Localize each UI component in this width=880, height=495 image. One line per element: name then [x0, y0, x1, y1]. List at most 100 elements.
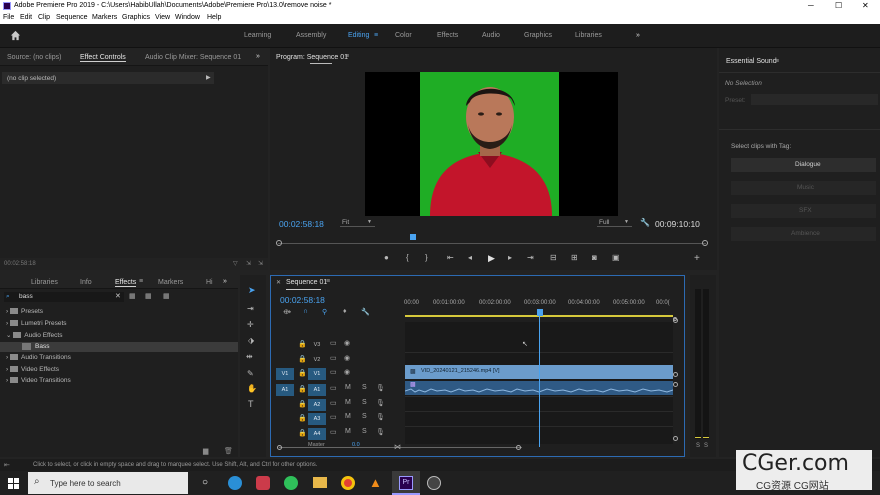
sync-lock-icon[interactable]: ▭: [330, 428, 337, 436]
go-to-out-icon[interactable]: ⇥: [527, 253, 534, 262]
tree-audio-effects[interactable]: ⌄ Audio Effects: [6, 331, 62, 339]
accelerated-effects-icon[interactable]: ▦: [129, 292, 136, 300]
maximize-button[interactable]: ☐: [835, 1, 842, 10]
sync-lock-icon[interactable]: ▭: [330, 339, 337, 347]
tab-history[interactable]: Hi: [206, 279, 213, 286]
menu-markers[interactable]: Markers: [92, 14, 117, 21]
taskbar-search[interactable]: ⌕ Type here to search: [28, 472, 188, 494]
tab-audio-clip-mixer[interactable]: Audio Clip Mixer: Sequence 01: [145, 54, 241, 61]
workspace-graphics[interactable]: Graphics: [524, 32, 552, 39]
razor-tool-icon[interactable]: ⬗: [248, 336, 254, 345]
pen-tool-icon[interactable]: ✎: [247, 369, 254, 378]
track-select-tool-icon[interactable]: ⇥: [247, 304, 254, 313]
sync-lock-icon[interactable]: ▭: [330, 384, 337, 392]
menu-edit[interactable]: Edit: [20, 14, 32, 21]
delete-icon[interactable]: 🗑: [224, 447, 233, 455]
export-icon[interactable]: ⇲: [246, 260, 251, 267]
sequence-menu-icon[interactable]: ≡: [326, 278, 330, 285]
mark-out-icon[interactable]: }: [425, 253, 428, 262]
linked-selection-icon[interactable]: ⚲: [322, 308, 327, 316]
snap-icon[interactable]: ∩: [303, 308, 308, 315]
wrench-icon[interactable]: 🔧: [640, 218, 650, 227]
track-v3-label[interactable]: V3: [308, 339, 326, 351]
lock-icon[interactable]: 🔒: [298, 400, 307, 408]
menu-view[interactable]: View: [155, 14, 170, 21]
tree-video-transitions[interactable]: › Video Transitions: [6, 377, 71, 384]
wrench-icon[interactable]: 🔧: [361, 308, 370, 316]
program-timecode[interactable]: 00:02:58:18: [279, 219, 324, 229]
track-a4-label[interactable]: A4: [308, 428, 326, 440]
microphone-icon[interactable]: 🎙: [376, 399, 385, 407]
whatsapp-icon[interactable]: [284, 476, 298, 490]
solo-button[interactable]: S: [362, 399, 367, 406]
settings-icon[interactable]: ⇲: [258, 260, 263, 267]
mute-button[interactable]: M: [345, 384, 351, 391]
microphone-icon[interactable]: 🎙: [376, 428, 385, 436]
close-button[interactable]: ✕: [862, 1, 869, 10]
new-folder-icon[interactable]: ▆: [203, 447, 208, 455]
solo-left-label[interactable]: S: [696, 443, 700, 449]
workspace-effects[interactable]: Effects: [437, 32, 458, 39]
workspace-editing[interactable]: Editing: [348, 32, 369, 39]
lock-icon[interactable]: 🔒: [298, 340, 307, 348]
tree-video-effects[interactable]: › Video Effects: [6, 366, 59, 373]
windows-start-icon[interactable]: [8, 478, 19, 489]
solo-button[interactable]: S: [362, 413, 367, 420]
menu-help[interactable]: Help: [207, 14, 221, 21]
edge-icon[interactable]: [228, 476, 242, 490]
tab-info[interactable]: Info: [80, 279, 92, 286]
tab-libraries[interactable]: Libraries: [31, 279, 58, 286]
go-to-in-icon[interactable]: ⇤: [447, 253, 454, 262]
slip-tool-icon[interactable]: ⇹: [246, 352, 253, 361]
workspace-learning[interactable]: Learning: [244, 32, 271, 39]
taskbar-search-input[interactable]: Type here to search: [50, 479, 121, 488]
tree-audio-transitions[interactable]: › Audio Transitions: [6, 354, 71, 361]
home-icon[interactable]: [10, 30, 21, 41]
workspace-assembly[interactable]: Assembly: [296, 32, 326, 39]
workspace-libraries[interactable]: Libraries: [575, 32, 602, 39]
task-view-icon[interactable]: ○: [202, 477, 208, 488]
workspace-color[interactable]: Color: [395, 32, 412, 39]
menu-window[interactable]: Window: [175, 14, 200, 21]
solo-right-label[interactable]: S: [704, 443, 708, 449]
file-explorer-icon[interactable]: [313, 477, 327, 488]
menu-clip[interactable]: Clip: [38, 14, 50, 21]
panel-more-icon[interactable]: »: [223, 278, 227, 285]
lock-icon[interactable]: 🔒: [298, 355, 307, 363]
close-sequence-icon[interactable]: ✕: [276, 279, 281, 286]
yuv-effects-icon[interactable]: ▦: [163, 292, 170, 300]
source-a1-label[interactable]: A1: [276, 384, 294, 396]
premiere-task-button[interactable]: Pr: [392, 471, 420, 495]
workspace-audio[interactable]: Audio: [482, 32, 500, 39]
source-v1-label[interactable]: V1: [276, 368, 294, 380]
mute-button[interactable]: M: [345, 399, 351, 406]
tab-effect-controls[interactable]: Effect Controls: [80, 54, 126, 62]
sync-lock-icon[interactable]: ▭: [330, 399, 337, 407]
lock-icon[interactable]: 🔒: [298, 429, 307, 437]
type-tool-icon[interactable]: T: [248, 399, 254, 409]
snip-icon[interactable]: [256, 476, 270, 490]
zoom-handle-icon[interactable]: ⋈: [394, 443, 401, 451]
track-a1-label[interactable]: A1: [308, 384, 326, 396]
program-menu-icon[interactable]: ≡: [345, 53, 349, 60]
camera-icon[interactable]: ◙: [592, 253, 597, 262]
comparison-view-icon[interactable]: ▣: [612, 253, 620, 262]
menu-sequence[interactable]: Sequence: [56, 14, 88, 21]
lock-icon[interactable]: 🔒: [298, 385, 307, 393]
lock-icon[interactable]: 🔒: [298, 414, 307, 422]
tree-bass-row[interactable]: Bass: [0, 342, 238, 352]
lift-icon[interactable]: ⊟: [550, 253, 557, 262]
32bit-effects-icon[interactable]: ▦: [145, 292, 152, 300]
eye-icon[interactable]: ◉: [344, 368, 350, 376]
eye-icon[interactable]: ◉: [344, 354, 350, 362]
sequence-tab[interactable]: Sequence 01: [286, 279, 327, 286]
fit-dropdown[interactable]: Fit: [342, 219, 349, 226]
editing-menu-icon[interactable]: ≡: [374, 32, 378, 39]
dialogue-button[interactable]: Dialogue: [731, 158, 876, 172]
tab-effects[interactable]: Effects: [115, 279, 137, 287]
effects-menu-icon[interactable]: ≡: [139, 278, 143, 285]
tab-markers[interactable]: Markers: [158, 279, 183, 286]
solo-button[interactable]: S: [362, 428, 367, 435]
lock-icon[interactable]: 🔒: [298, 369, 307, 377]
mark-in-icon[interactable]: {: [406, 253, 409, 262]
